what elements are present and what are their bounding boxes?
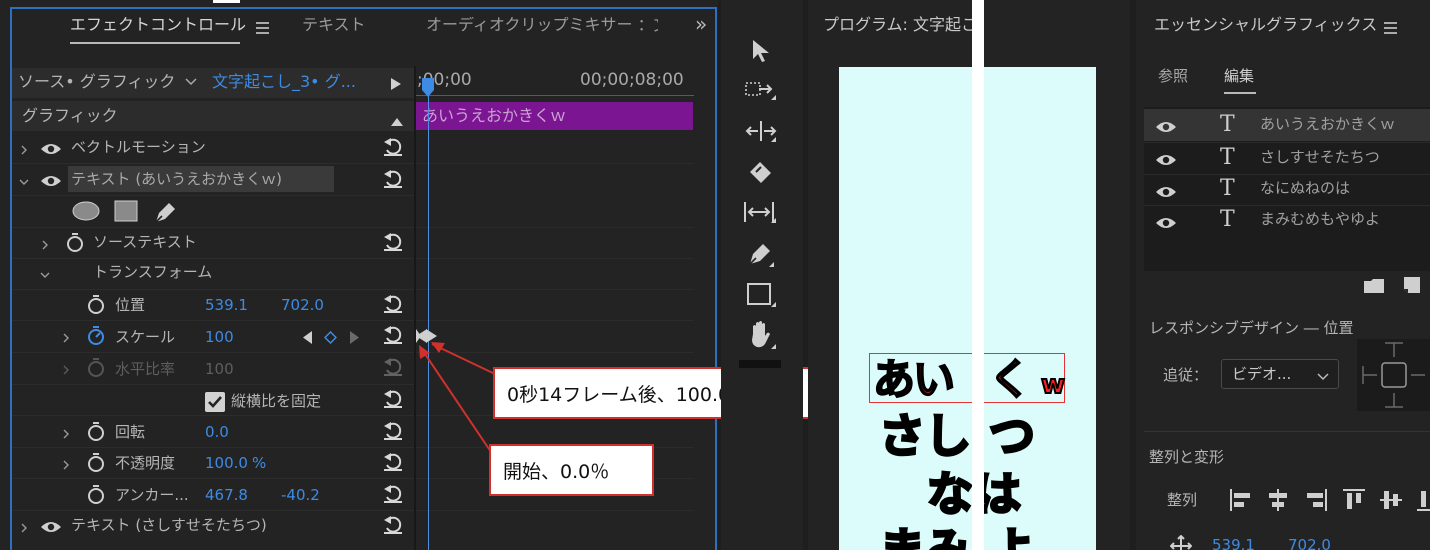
responsive-design-label: レスポンシブデザイン ― 位置 [1149, 319, 1354, 337]
preview-text-white-1b: つ [988, 409, 1037, 463]
essential-graphics-panel: エッセンシャルグラフィックス 参照 編集 [1136, 0, 1430, 550]
layer-row-selected[interactable]: T あいうえおかきくｗ [1144, 109, 1430, 141]
chevron-down-icon [1316, 369, 1330, 383]
hamburger-icon[interactable] [1384, 22, 1397, 34]
text-layer-icon: T [1220, 207, 1235, 232]
preview-text-red: あい [872, 355, 956, 404]
follow-dropdown[interactable]: ビデオ... [1221, 359, 1339, 389]
slip-tool-icon[interactable] [743, 200, 777, 224]
razor-tool-icon[interactable] [747, 160, 773, 186]
align-top-icon[interactable] [1342, 488, 1366, 512]
callout-keyframe-end-text: 0秒14フレーム後、100.0％ [507, 383, 750, 406]
preview-text-white-1: さし [878, 409, 973, 463]
pin-to-edges-widget[interactable] [1357, 339, 1430, 411]
track-select-tool-icon[interactable] [745, 80, 777, 104]
eg-position-x-value[interactable]: 539.1 [1212, 538, 1255, 550]
follow-label: 追従： [1163, 366, 1209, 384]
ripple-edit-tool-icon[interactable] [745, 120, 777, 144]
tools-panel [721, 0, 803, 550]
preview-text-red-w: w [1040, 370, 1066, 400]
eye-icon[interactable] [1155, 153, 1177, 167]
text-layer-icon: T [1220, 145, 1235, 170]
preview-text-white-2: な [926, 467, 975, 521]
rectangle-tool-icon[interactable] [747, 282, 777, 308]
program-monitor-panel: プログラム: 文字起こ あい く w さし つ な は まみ よ [808, 0, 1130, 550]
program-monitor-title: プログラム: 文字起こ [823, 15, 977, 34]
eye-icon[interactable] [1155, 120, 1177, 134]
align-left-icon[interactable] [1229, 488, 1253, 512]
new-layer-icon[interactable] [1404, 277, 1420, 293]
align-transform-section-title: 整列と変形 [1149, 448, 1225, 466]
window-top-marker [213, 0, 240, 3]
layer-row[interactable]: T さしすせそたちつ [1144, 142, 1430, 174]
align-label: 整列 [1167, 491, 1198, 509]
callout-keyframe-start-text: 開始、0.0％ [503, 460, 610, 483]
essential-graphics-title: エッセンシャルグラフィックス [1154, 15, 1378, 34]
text-layer-icon: T [1220, 176, 1235, 201]
layer-label: さしすせそたちつ [1260, 148, 1380, 166]
layer-row[interactable]: T まみむめもやゆよ [1144, 205, 1430, 237]
align-bottom-icon[interactable] [1416, 488, 1430, 512]
tab-edit[interactable]: 編集 [1224, 69, 1254, 84]
layer-label: まみむめもやゆよ [1260, 210, 1381, 228]
layer-row[interactable]: T なにぬねのは [1144, 174, 1430, 206]
tab-browse[interactable]: 参照 [1158, 69, 1188, 84]
preview-text-yellow-b: よ [988, 523, 1037, 550]
preview-text-red-2: く [988, 355, 1032, 404]
pen-tool-icon[interactable] [747, 240, 775, 268]
overlay-white-bar [972, 0, 984, 550]
hand-tool-icon[interactable] [747, 320, 777, 350]
align-center-vertical-icon[interactable] [1379, 488, 1403, 512]
position-move-icon [1170, 535, 1192, 550]
selection-tool-icon[interactable] [751, 40, 771, 62]
align-center-horizontal-icon[interactable] [1266, 488, 1290, 512]
layer-label: あいうえおかきくｗ [1260, 115, 1396, 133]
layer-label: なにぬねのは [1260, 179, 1351, 197]
eye-icon[interactable] [1155, 216, 1177, 230]
text-layer-icon: T [1220, 112, 1235, 137]
eye-icon[interactable] [1155, 185, 1177, 199]
folder-icon[interactable] [1364, 279, 1384, 293]
text-tool-partial[interactable] [739, 360, 781, 368]
follow-dropdown-value: ビデオ... [1232, 365, 1292, 383]
section-divider [1144, 431, 1430, 432]
align-right-icon[interactable] [1304, 488, 1328, 512]
callout-keyframe-start: 開始、0.0％ [489, 444, 654, 496]
eg-position-y-value[interactable]: 702.0 [1288, 538, 1331, 550]
active-tab-underline [1224, 92, 1256, 94]
video-preview[interactable]: あい く w さし つ な は まみ よ [839, 67, 1096, 550]
preview-text-yellow: まみ [878, 523, 973, 550]
